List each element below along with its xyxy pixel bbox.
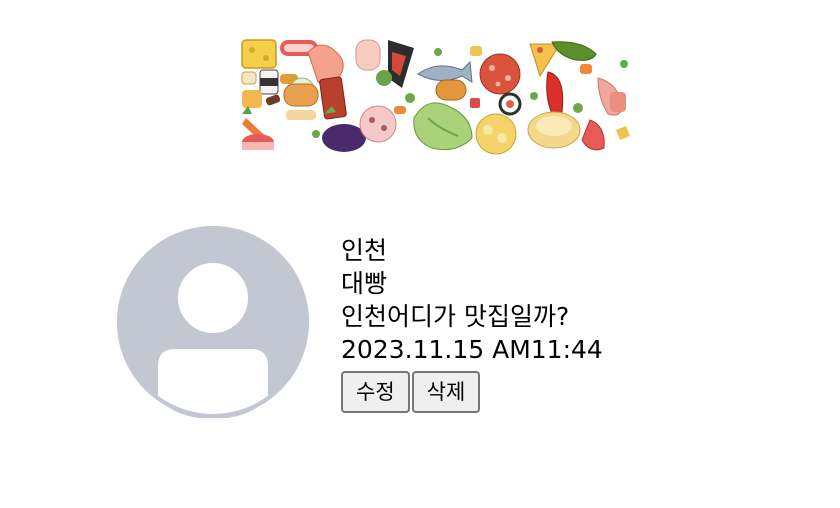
post-actions: 수정 삭제 (341, 371, 603, 413)
post-region: 인천 (341, 236, 388, 265)
page: 인천 대빵 인천어디가 맛집일까? 2023.11.15 AM11:44 수정 … (0, 0, 840, 508)
delete-button[interactable]: 삭제 (411, 371, 481, 413)
post-info: 인천 대빵 인천어디가 맛집일까? 2023.11.15 AM11:44 수정 … (341, 234, 603, 413)
post-datetime: 2023.11.15 AM11:44 (341, 335, 603, 364)
post-author: 대빵 (341, 269, 388, 298)
food-collage-logo-icon (241, 39, 630, 155)
post-content: 인천어디가 맛집일까? (341, 302, 570, 331)
edit-button[interactable]: 수정 (341, 371, 410, 413)
default-user-avatar-icon (117, 226, 309, 418)
